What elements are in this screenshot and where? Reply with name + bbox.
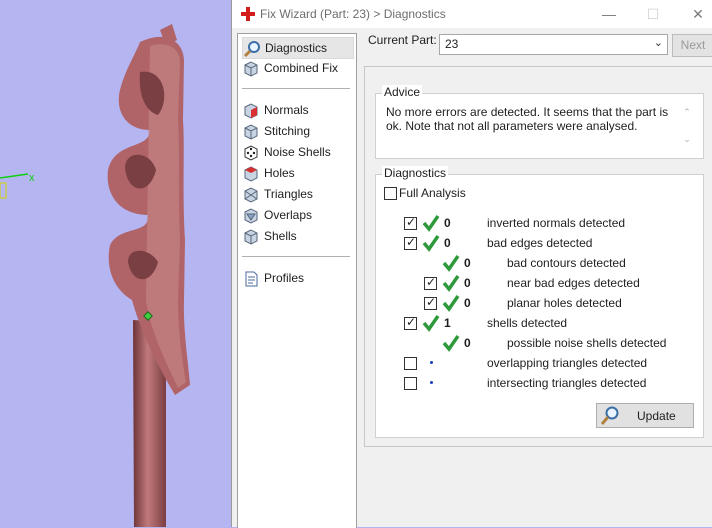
bad-contours-label: bad contours detected xyxy=(507,256,626,270)
triangles-icon xyxy=(244,187,258,203)
sidebar-item-shells[interactable]: Shells xyxy=(242,226,352,246)
document-icon xyxy=(245,271,258,287)
check-ok-icon xyxy=(442,255,460,272)
shells-label: shells detected xyxy=(487,316,568,330)
sidebar-item-stitching[interactable]: Stitching xyxy=(242,121,352,141)
intersecting-triangles-checkbox[interactable] xyxy=(404,377,417,390)
advice-scrollbar[interactable]: ⌃ ⌄ xyxy=(680,107,694,151)
pending-dot-icon xyxy=(430,381,433,384)
overlapping-triangles-label: overlapping triangles detected xyxy=(487,356,648,370)
update-button[interactable]: Update xyxy=(596,403,694,428)
sidebar-item-profiles[interactable]: Profiles xyxy=(242,268,352,288)
bad-edges-checkbox[interactable]: ✓ xyxy=(404,235,417,250)
next-button[interactable]: Next xyxy=(672,34,712,57)
minimize-button[interactable]: — xyxy=(598,4,620,24)
diagnostics-title: Diagnostics xyxy=(382,166,449,180)
window-title: Fix Wizard (Part: 23) > Diagnostics xyxy=(260,7,446,21)
advice-text: No more errors are detected. It seems th… xyxy=(386,105,669,133)
bad-edges-count: 0 xyxy=(444,236,451,250)
diagnostics-panel: Advice No more errors are detected. It s… xyxy=(364,66,712,447)
sidebar-divider xyxy=(242,88,350,89)
bad-edges-label: bad edges detected xyxy=(487,236,593,250)
dice-icon xyxy=(244,145,258,161)
sidebar-item-combined-fix[interactable]: Combined Fix xyxy=(242,58,352,78)
current-part-dropdown[interactable]: 23 ⌄ xyxy=(439,34,668,55)
sidebar-item-noise-shells[interactable]: Noise Shells xyxy=(242,142,352,162)
near-bad-edges-count: 0 xyxy=(464,276,471,290)
magnifier-icon xyxy=(243,41,260,58)
check-ok-icon xyxy=(422,315,440,332)
part-model xyxy=(0,24,190,527)
check-ok-icon xyxy=(442,295,460,312)
sidebar-item-triangles[interactable]: Triangles xyxy=(242,184,352,204)
shells-count: 1 xyxy=(444,316,451,330)
planar-holes-checkbox[interactable]: ✓ xyxy=(424,295,437,310)
shells-icon xyxy=(244,229,258,245)
sidebar-item-normals[interactable]: Normals xyxy=(242,100,352,120)
planar-holes-count: 0 xyxy=(464,296,471,310)
shells-checkbox[interactable]: ✓ xyxy=(404,315,417,330)
check-ok-icon xyxy=(442,335,460,352)
fix-wizard-window: Fix Wizard (Part: 23) > Diagnostics — ☐ … xyxy=(231,0,712,528)
x-axis-label: x xyxy=(29,172,35,184)
holes-cube-icon xyxy=(244,166,258,182)
sidebar-divider xyxy=(242,256,350,257)
3d-viewport[interactable]: x xyxy=(0,0,231,527)
bad-contours-count: 0 xyxy=(464,256,471,270)
check-ok-icon xyxy=(422,215,440,232)
cube-icon xyxy=(244,61,258,77)
pending-dot-icon xyxy=(430,361,433,364)
near-bad-edges-checkbox[interactable]: ✓ xyxy=(424,275,437,290)
normals-cube-icon xyxy=(244,103,258,119)
check-ok-icon xyxy=(442,275,460,292)
overlapping-triangles-checkbox[interactable] xyxy=(404,357,417,370)
current-part-value: 23 xyxy=(445,37,459,51)
overlaps-icon xyxy=(244,208,258,224)
intersecting-triangles-label: intersecting triangles detected xyxy=(487,376,647,390)
scroll-up-icon[interactable]: ⌃ xyxy=(680,107,694,118)
sidebar-item-overlaps[interactable]: Overlaps xyxy=(242,205,352,225)
maximize-button[interactable]: ☐ xyxy=(642,4,664,24)
inverted-normals-count: 0 xyxy=(444,216,451,230)
chevron-down-icon: ⌄ xyxy=(653,37,663,49)
planar-holes-label: planar holes detected xyxy=(507,296,622,310)
stitching-cube-icon xyxy=(244,124,258,140)
full-analysis-checkbox[interactable] xyxy=(384,187,397,200)
advice-title: Advice xyxy=(382,85,423,99)
check-ok-icon xyxy=(422,235,440,252)
magnifier-icon xyxy=(600,406,619,425)
noise-shells-label: possible noise shells detected xyxy=(507,336,667,350)
noise-shells-count: 0 xyxy=(464,336,471,350)
scroll-down-icon[interactable]: ⌄ xyxy=(680,134,694,145)
near-bad-edges-label: near bad edges detected xyxy=(507,276,640,290)
current-part-label: Current Part: xyxy=(368,33,437,47)
close-button[interactable]: ✕ xyxy=(687,4,709,24)
sidebar-item-diagnostics[interactable]: Diagnostics xyxy=(242,37,354,59)
full-analysis-label: Full Analysis xyxy=(399,186,466,200)
sidebar-item-holes[interactable]: Holes xyxy=(242,163,352,183)
red-cross-icon xyxy=(241,7,255,21)
inverted-normals-label: inverted normals detected xyxy=(487,216,626,230)
title-bar[interactable]: Fix Wizard (Part: 23) > Diagnostics — ☐ … xyxy=(232,0,712,28)
inverted-normals-checkbox[interactable]: ✓ xyxy=(404,215,417,230)
wizard-sidebar: Diagnostics Combined Fix Normals Stitchi… xyxy=(237,33,357,528)
